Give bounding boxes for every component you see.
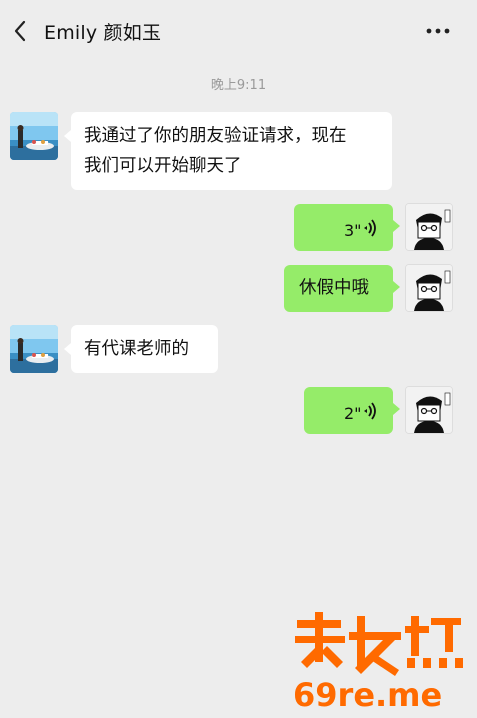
more-button[interactable] (421, 18, 455, 44)
my-avatar[interactable] (405, 264, 453, 312)
chat-screen: Emily 颜如玉 晚上9:11 我通过了你的朋友验证请求，现在 我们可以开始聊… (0, 0, 477, 718)
message-bubble[interactable]: 休假中哦 (284, 265, 393, 312)
message-text-line: 有代课老师的 (84, 339, 189, 359)
message-timestamp: 晚上9:11 (210, 78, 267, 93)
message-row-outgoing: 2" (0, 386, 477, 434)
voice-message-bubble[interactable]: 3" (294, 204, 393, 251)
message-text-line: 休假中哦 (299, 278, 369, 298)
voice-duration: 3" (344, 221, 362, 240)
voice-wave-icon (364, 219, 376, 237)
voice-wave-icon (364, 402, 376, 420)
bubble-tail (393, 403, 400, 415)
voice-message-bubble[interactable]: 2" (304, 387, 393, 434)
message-row-incoming: 我通过了你的朋友验证请求，现在 我们可以开始聊天了 (0, 112, 477, 192)
more-dots-icon (426, 28, 450, 34)
chevron-left-icon (14, 20, 26, 42)
bubble-tail (64, 130, 71, 142)
message-row-incoming: 有代课老师的 (0, 325, 477, 373)
message-row-outgoing: 3" (0, 203, 477, 251)
bubble-tail (393, 281, 400, 293)
message-bubble[interactable]: 有代课老师的 (71, 325, 218, 373)
my-avatar[interactable] (405, 386, 453, 434)
message-row-outgoing: 休假中哦 (0, 264, 477, 312)
bubble-tail (64, 343, 71, 355)
message-bubble[interactable]: 我通过了你的朋友验证请求，现在 我们可以开始聊天了 (71, 112, 392, 190)
back-button[interactable] (6, 16, 34, 46)
chat-header: Emily 颜如玉 (0, 0, 477, 62)
contact-avatar[interactable] (10, 325, 58, 373)
contact-avatar[interactable] (10, 112, 58, 160)
bubble-tail (393, 220, 400, 232)
message-text-line: 我通过了你的朋友验证请求，现在 (84, 126, 347, 146)
voice-duration: 2" (344, 404, 362, 423)
watermark-logo: 69re.me (293, 612, 463, 712)
my-avatar[interactable] (405, 203, 453, 251)
svg-text:69re.me: 69re.me (293, 676, 442, 712)
chat-title: Emily 颜如玉 (44, 22, 162, 44)
message-text-line: 我们可以开始聊天了 (84, 156, 242, 176)
